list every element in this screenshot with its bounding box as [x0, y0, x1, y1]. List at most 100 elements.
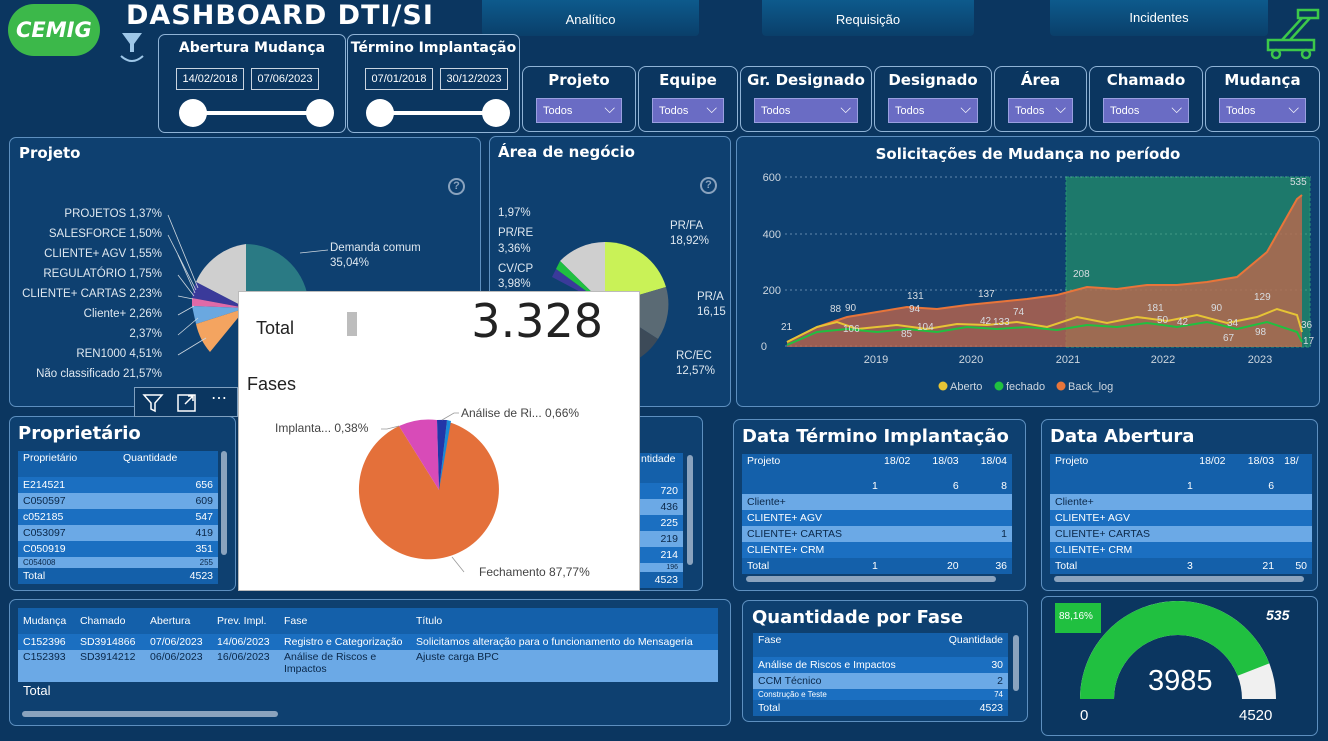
termino-start-input[interactable]: 07/01/2018: [365, 68, 433, 90]
termino-slider-end[interactable]: [482, 99, 510, 127]
abertura-slider-track: [189, 111, 319, 115]
table-total-row: Total 3 21 50: [1050, 558, 1312, 574]
tab-requisicao[interactable]: Requisição: [762, 0, 974, 36]
table-row[interactable]: C053097 419: [18, 525, 218, 541]
focus-mode-icon[interactable]: [173, 391, 201, 415]
filter-mudanca-label: Mudança: [1224, 71, 1301, 89]
abertura-slider-end[interactable]: [306, 99, 334, 127]
visual-toolbar: ⋯: [134, 387, 238, 417]
col-abertura[interactable]: Abertura: [145, 608, 212, 634]
scrollbar[interactable]: [221, 451, 227, 555]
table-total-row: Total 4523: [753, 700, 1008, 716]
filter-projeto-dropdown[interactable]: Todos: [536, 98, 622, 123]
table-row[interactable]: c052185 547: [18, 509, 218, 525]
scrollbar[interactable]: [687, 455, 693, 565]
more-options-icon[interactable]: ⋯: [205, 391, 233, 415]
col-fase[interactable]: Fase: [279, 608, 411, 634]
table-row[interactable]: CLIENTE+ AGV: [742, 510, 1012, 526]
table-row[interactable]: Cliente+: [1050, 494, 1312, 510]
data-label: 36: [1301, 320, 1313, 331]
filter-designado-dropdown[interactable]: Todos: [888, 98, 978, 123]
table-row[interactable]: E214521 656: [18, 477, 218, 493]
area-label-5: 3,98%: [498, 278, 531, 290]
filter-area: Área Todos: [994, 66, 1087, 132]
abertura-matrix: Projeto 18/02 18/03 18/ 16 Cliente+ CLIENTE…: [1050, 454, 1312, 574]
table-row[interactable]: C054008 255: [18, 557, 218, 568]
data-label: 181: [1147, 303, 1164, 314]
filter-equipe-label: Equipe: [659, 71, 717, 89]
abertura-end-input[interactable]: 07/06/2023: [251, 68, 319, 90]
qtd-fase-title: Quantidade por Fase: [752, 607, 963, 628]
filter-gr-designado-dropdown[interactable]: Todos: [754, 98, 858, 123]
table-row[interactable]: CLIENTE+ CRM: [1050, 542, 1312, 558]
col-prev-impl[interactable]: Prev. Impl.: [212, 608, 279, 634]
termino-slicer: Término Implantação 07/01/2018 30/12/202…: [347, 34, 520, 133]
filter-chamado-dropdown[interactable]: Todos: [1103, 98, 1189, 123]
area-label-1: 1,97%: [498, 207, 531, 219]
solicitacoes-chart: 600 400 200 0 2019 2020 2021 2022 2023 2…: [761, 172, 1315, 393]
qtd-fase-panel: Quantidade por Fase Fase Quantidade Análi…: [742, 600, 1028, 722]
filter-mudanca-dropdown[interactable]: Todos: [1219, 98, 1306, 123]
mudancas-panel: Mudança Chamado Abertura Prev. Impl. Fase Tít…: [9, 599, 731, 726]
data-label: 34: [1227, 318, 1239, 329]
table-row[interactable]: Análise de Riscos e Impactos 30: [753, 657, 1008, 673]
filter-area-dropdown[interactable]: Todos: [1008, 98, 1073, 123]
scrollbar[interactable]: [746, 576, 996, 582]
data-label: 137: [978, 289, 995, 300]
filter-icon[interactable]: [139, 391, 167, 415]
legend-aberto: Aberto: [950, 381, 982, 393]
area-label-rcec-pct: 12,57%: [676, 365, 716, 377]
legend-backlog: Back_log: [1068, 381, 1113, 393]
projeto-label-4: REGULATÓRIO 1,75%: [43, 268, 162, 280]
data-label: 50: [1157, 315, 1169, 326]
projeto-label-demanda-pct: 35,04%: [330, 257, 370, 269]
table-row[interactable]: C152396 SD3914866 07/06/2023 14/06/2023 Regi…: [18, 634, 718, 650]
abertura-start-input[interactable]: 14/02/2018: [176, 68, 244, 90]
table-row[interactable]: Cliente+: [742, 494, 1012, 510]
table-row[interactable]: C152393 SD3914212 06/06/2023 16/06/2023 Anál…: [18, 650, 718, 682]
partial-table: ntidade 720 436 225 219 214 196 4523: [639, 453, 683, 588]
y-tick-600: 600: [763, 172, 781, 184]
table-row[interactable]: CLIENTE+ CRM: [742, 542, 1012, 558]
y-tick-0: 0: [761, 341, 767, 353]
col-chamado[interactable]: Chamado: [75, 608, 145, 634]
termino-end-input[interactable]: 30/12/2023: [440, 68, 508, 90]
tab-analitico[interactable]: Analítico: [482, 0, 699, 36]
col-titulo[interactable]: Título: [411, 608, 718, 634]
table-row[interactable]: Construção e Teste 74: [753, 689, 1008, 700]
col-proprietario[interactable]: Proprietário: [18, 451, 118, 477]
data-label: 85: [901, 329, 913, 340]
table-row[interactable]: CLIENTE+ CARTAS 1: [742, 526, 1012, 542]
tab-incidentes[interactable]: Incidentes: [1050, 0, 1268, 36]
filter-projeto-label: Projeto: [548, 71, 610, 89]
scrollbar[interactable]: [1013, 635, 1019, 691]
abertura-slider-start[interactable]: [179, 99, 207, 127]
projeto-label-3: CLIENTE+ AGV 1,55%: [44, 248, 162, 260]
area-label-prfa: PR/FA: [670, 220, 704, 232]
projeto-label-2: SALESFORCE 1,50%: [48, 228, 162, 240]
table-row[interactable]: CLIENTE+ AGV: [1050, 510, 1312, 526]
data-label: 535: [1290, 177, 1307, 188]
filter-icon: [118, 30, 146, 64]
col-mudanca[interactable]: Mudança: [18, 608, 75, 634]
data-label: 129: [1254, 292, 1271, 303]
termino-table-title: Data Término Implantação: [742, 426, 1009, 447]
table-row[interactable]: C050597 609: [18, 493, 218, 509]
data-label: 208: [1073, 269, 1090, 280]
projeto-label-8: REN1000 4,51%: [76, 348, 162, 360]
col-quantidade[interactable]: Quantidade: [118, 451, 218, 477]
termino-matrix: Projeto 18/02 18/03 18/04 168 Cliente+ CLIE…: [742, 454, 1012, 574]
scrollbar[interactable]: [1054, 576, 1304, 582]
table-row[interactable]: C050919 351: [18, 541, 218, 557]
data-label: 90: [1211, 303, 1223, 314]
filter-equipe-dropdown[interactable]: Todos: [652, 98, 724, 123]
data-label: 17: [1303, 336, 1315, 347]
data-label: 131: [907, 291, 924, 302]
mudancas-table: Mudança Chamado Abertura Prev. Impl. Fase Tít…: [18, 608, 718, 711]
table-row[interactable]: CCM Técnico 2: [753, 673, 1008, 689]
table-row[interactable]: CLIENTE+ CARTAS: [1050, 526, 1312, 542]
termino-slider-start[interactable]: [366, 99, 394, 127]
fases-label-analise: Análise de Ri... 0,66%: [461, 406, 580, 420]
abertura-label: Abertura Mudança: [178, 40, 326, 56]
scrollbar[interactable]: [22, 711, 278, 717]
